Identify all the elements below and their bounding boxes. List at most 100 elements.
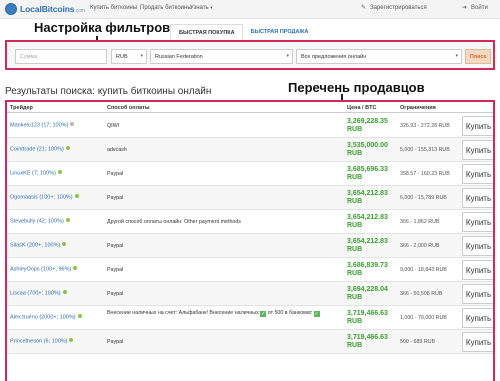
logo-text: LocalBitcoins [20,4,75,14]
online-status-icon [69,338,74,342]
table-row: Mankelo123 (17; 100%) QIWI 3,269,228.35 RUB… [7,114,493,138]
price-value: 3,719,466.63 [347,334,388,341]
price-currency: RUB [347,246,363,253]
payment-text: Paypal [107,291,124,297]
price-value: 3,694,228.04 [347,286,388,293]
trader-link[interactable]: Alex.trueno (2000+; 100%) [10,314,82,321]
register-icon: ✎ [361,5,367,11]
price-per-btc: 3,694,228.04 RUB [347,286,388,302]
buy-button[interactable]: Купить [462,116,493,136]
country-value: Russian Federation [155,54,203,60]
country-select[interactable]: Russian Federation ▾ [150,49,293,64]
table-row: AshleyOops (100+; 96%) Paypal 3,686,839.73… [7,258,493,282]
trade-limits: 9,000 - 18,843 RUB [400,267,447,273]
nav-buy-bitcoins[interactable]: Купить биткоины [90,5,137,11]
trader-link[interactable]: SilasK (200+; 100%) [10,242,67,249]
trader-link[interactable]: Ogomaasis (100+; 100%) [10,194,79,201]
table-header: Трейдер Способ оплаты Цена / BTC Огранич… [7,102,493,113]
price-per-btc: 3,654,212.83 RUB [347,214,388,230]
trade-limits: 366 - 2,000 RUB [400,243,440,249]
trader-name: AshleyOops (100+; 96%) [10,266,72,273]
trade-limits: 500 - 689 RUB [400,339,436,345]
table-row: Princetheson (6; 100%) Paypal 3,719,466.63… [7,330,493,354]
trader-link[interactable]: Cointtrade (21; 100%) [10,146,70,153]
nav-learn-label: Узнать [190,5,209,11]
payment-text: Paypal [107,171,124,177]
buy-button[interactable]: Купить [462,164,493,184]
price-per-btc: 3,654,212.83 RUB [347,238,388,254]
check-icon: ✓ [313,311,320,317]
trader-link[interactable]: LinuxKE (7; 100%) [10,170,62,177]
trade-limits: 366 - 50,508 RUB [400,291,443,297]
trader-name: Ogomaasis (100+; 100%) [10,194,73,201]
online-status-icon [73,266,78,270]
trader-name: Liscaa (700+; 100%) [10,290,61,297]
nav-learn[interactable]: Узнать ▾ [190,5,213,11]
price-value: 3,535,000.00 [347,142,388,149]
buy-button[interactable]: Купить [462,188,493,208]
table-row: LinuxKE (7; 100%) Paypal 3,685,696.33 RUB 35… [7,162,493,186]
price-per-btc: 3,719,466.63 RUB [347,334,388,350]
buy-button[interactable]: Купить [462,260,493,280]
chevron-down-icon: ▾ [210,5,213,10]
price-currency: RUB [347,222,363,229]
trader-name: SilasK (200+; 100%) [10,242,61,249]
chevron-down-icon: ▾ [455,53,458,59]
currency-select[interactable]: RUB ▾ [111,49,147,64]
trade-limits: 366 - 1,862 RUB [400,219,440,225]
price-value: 3,654,212.83 [347,214,388,221]
online-status-icon [65,146,70,150]
trader-link[interactable]: Mankelo123 (17; 100%) [10,122,75,129]
table-row: SilasK (200+; 100%) Paypal 3,654,212.83 RUB… [7,234,493,258]
online-status-icon [70,122,75,126]
buy-button[interactable]: Купить [462,140,493,160]
logo[interactable]: LocalBitcoins.com [5,3,85,15]
trader-link[interactable]: Princetheson (6; 100%) [10,338,74,345]
price-per-btc: 3,719,466.63 RUB [347,310,388,326]
annotation-sellers: Перечень продавцов [288,80,425,95]
payment-method: Paypal [107,195,342,202]
tab-quick-buy[interactable]: БЫСТРАЯ ПОКУПКА [170,24,243,41]
nav-sell-bitcoins[interactable]: Продать биткоины [140,5,192,11]
login-label: Войти [471,5,488,11]
sellers-table: Трейдер Способ оплаты Цена / BTC Огранич… [5,100,495,381]
buy-button[interactable]: Купить [462,284,493,304]
trader-name: LinuxKE (7; 100%) [10,170,56,177]
login-link[interactable]: ➜ Войти [462,5,488,11]
payment-method: Paypal [107,267,342,274]
buy-button[interactable]: Купить [462,332,493,352]
payment-method: Paypal [107,291,342,298]
register-label: Зарегистрироваться [370,5,427,11]
trade-limits: 5,000 - 155,313 RUB [400,147,450,153]
trade-tabs: БЫСТРАЯ ПОКУПКА БЫСТРАЯ ПРОДАЖА [170,24,315,41]
online-status-icon [62,242,67,246]
header-trader: Трейдер [10,105,33,111]
register-link[interactable]: ✎ Зарегистрироваться [361,5,427,11]
price-currency: RUB [347,150,363,157]
trader-name: Princetheson (6; 100%) [10,338,68,345]
trader-link[interactable]: AshleyOops (100+; 96%) [10,266,78,273]
buy-button[interactable]: Купить [462,212,493,232]
payment-text: Paypal [107,339,124,345]
trader-name: Mankelo123 (17; 100%) [10,122,69,129]
trader-link[interactable]: Stevebully (42; 100%) [10,218,70,225]
payment-text: Другой способ оплаты онлайн: Other payme… [107,219,241,225]
results-title: Результаты поиска: купить биткоины онлай… [5,86,212,97]
buy-button[interactable]: Купить [462,236,493,256]
top-navbar: LocalBitcoins.com Купить биткоины Продат… [0,0,500,19]
trader-link[interactable]: Liscaa (700+; 100%) [10,290,67,297]
offers-select[interactable]: Все предложения онлайн ▾ [296,49,462,64]
price-per-btc: 3,686,839.73 RUB [347,262,388,278]
price-value: 3,719,466.63 [347,310,388,317]
trade-limits: 1,000 - 70,000 RUB [400,315,447,321]
price-value: 3,654,212.83 [347,238,388,245]
amount-input[interactable]: Сумма [15,49,107,64]
offers-value: Все предложения онлайн [301,54,367,60]
search-button[interactable]: Поиск [465,49,491,64]
tab-quick-sell[interactable]: БЫСТРАЯ ПРОДАЖА [243,24,316,41]
price-per-btc: 3,535,000.00 RUB [347,142,388,158]
buy-button[interactable]: Купить [462,308,493,328]
header-payment: Способ оплаты [107,105,150,111]
trade-limits: 358.57 - 160.23 RUB [400,171,450,177]
price-per-btc: 3,654,212.83 RUB [347,190,388,206]
